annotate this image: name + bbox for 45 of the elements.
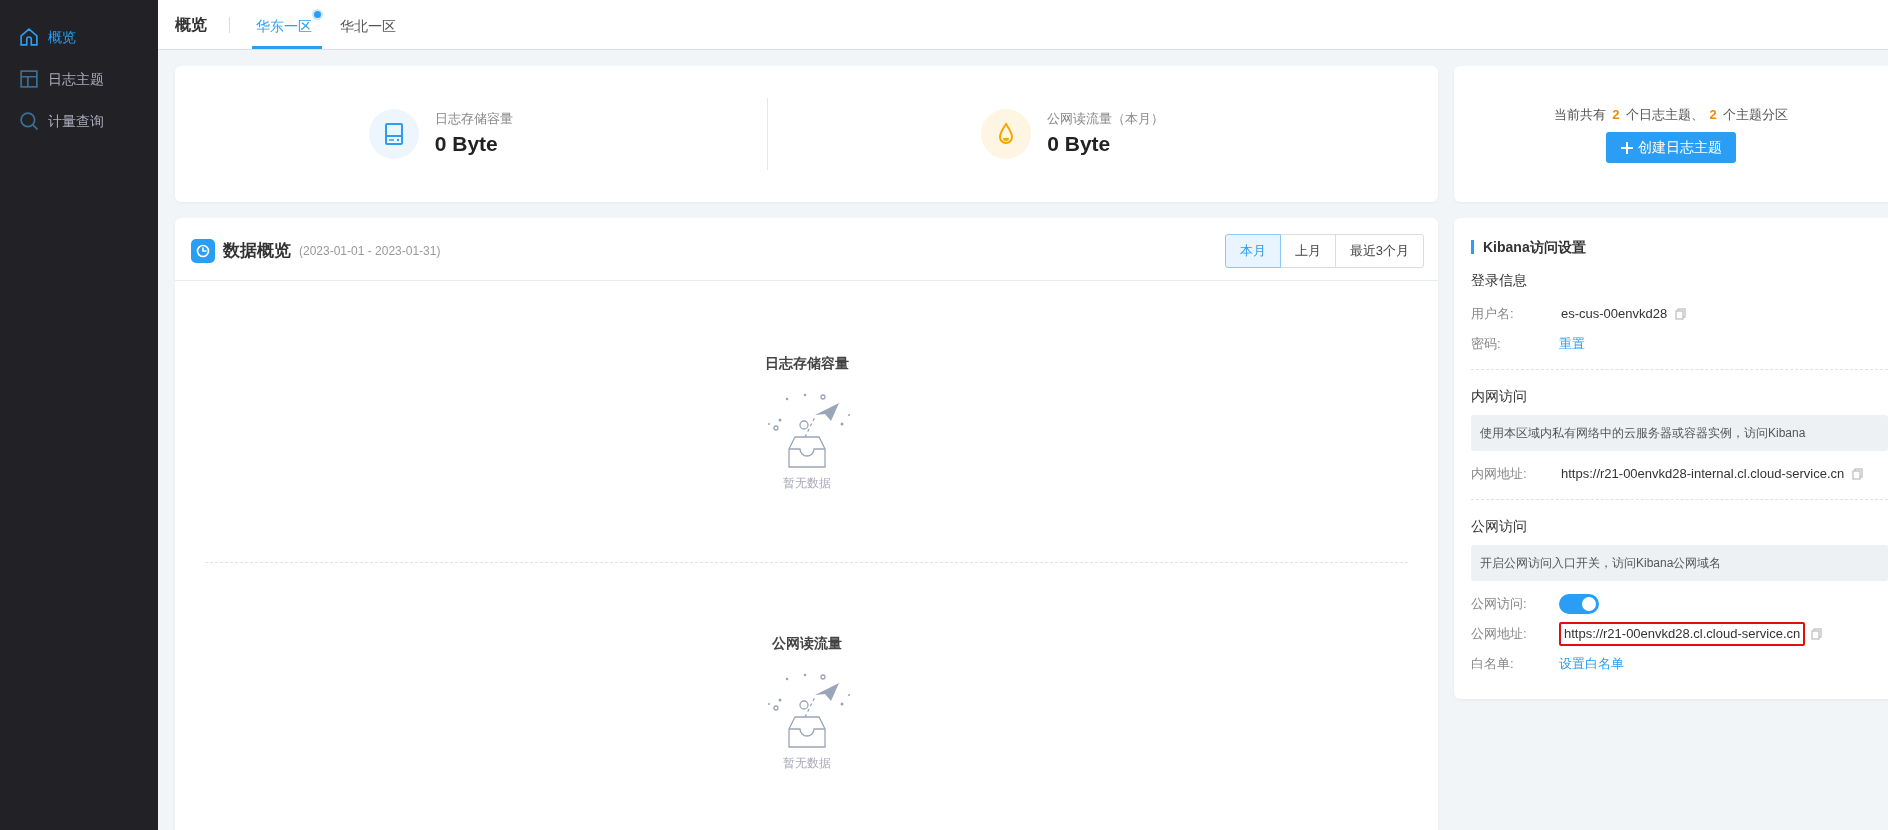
field-label: 公网访问: xyxy=(1471,595,1528,614)
create-topic-button[interactable]: 创建日志主题 xyxy=(1606,132,1736,164)
field-value: https://r21-00envkd28.cl.cloud-service.cn xyxy=(1559,622,1806,646)
home-icon xyxy=(20,28,38,46)
stat-value: 0 Byte xyxy=(1047,131,1112,157)
subsection-title: 内网访问 xyxy=(1471,387,1528,406)
action-link[interactable]: 设置白名单 xyxy=(1559,654,1624,674)
subsection-title: 公网访问 xyxy=(1471,517,1528,536)
copy-icon[interactable] xyxy=(1811,628,1823,640)
section-title: 数据概览 xyxy=(223,240,291,262)
field-label: 内网地址: xyxy=(1471,465,1528,484)
region-tab[interactable]: 华北一区 xyxy=(336,8,406,49)
plus-icon xyxy=(1620,140,1634,155)
field-label: 用户名: xyxy=(1471,305,1515,324)
chart-title: 公网读流量 xyxy=(771,633,842,653)
panel-title: Kibana访问设置 xyxy=(1471,240,1888,254)
toggle-switch[interactable] xyxy=(1559,594,1599,614)
sidebar-item[interactable]: 计量查询 xyxy=(0,100,158,142)
field-label: 公网地址: xyxy=(1471,625,1528,644)
sidebar-item[interactable]: 日志主题 xyxy=(0,58,158,100)
action-link[interactable]: 重置 xyxy=(1559,334,1585,354)
stat-label: 日志存储容量 xyxy=(434,109,513,128)
period-tab[interactable]: 最近3个月 xyxy=(1334,234,1424,268)
subsection-title: 登录信息 xyxy=(1471,271,1528,290)
region-tab[interactable]: 华东一区 xyxy=(252,8,322,49)
field-value: es-cus-00envkd28 xyxy=(1560,305,1669,324)
field-label: 白名单: xyxy=(1471,655,1515,674)
date-range: (2023-01-01 - 2023-01-31) xyxy=(299,242,441,260)
empty-state-text: 暂无数据 xyxy=(782,754,831,772)
copy-icon[interactable] xyxy=(1675,308,1687,320)
empty-state-text: 暂无数据 xyxy=(782,474,831,492)
copy-icon[interactable] xyxy=(1852,468,1864,480)
field-label: 密码: xyxy=(1471,335,1502,354)
page-title: 概览 xyxy=(175,16,230,33)
summary-text: 当前共有 2 个日志主题、 2 个主题分区 xyxy=(1554,105,1788,124)
stat-value: 0 Byte xyxy=(434,131,499,157)
sidebar-item[interactable]: 概览 xyxy=(0,16,158,58)
chart-title: 日志存储容量 xyxy=(764,353,849,373)
stat-label: 公网读流量（本月） xyxy=(1047,109,1165,128)
info-note: 使用本区域内私有网络中的云服务器或容器实例，访问Kibana xyxy=(1471,415,1888,451)
info-note: 开启公网访问入口开关，访问Kibana公网域名 xyxy=(1471,545,1888,581)
search-icon xyxy=(20,112,38,130)
period-tab[interactable]: 上月 xyxy=(1279,234,1336,268)
field-value: https://r21-00envkd28-internal.cl.cloud-service.cn xyxy=(1560,465,1846,484)
layout-icon xyxy=(20,70,38,88)
